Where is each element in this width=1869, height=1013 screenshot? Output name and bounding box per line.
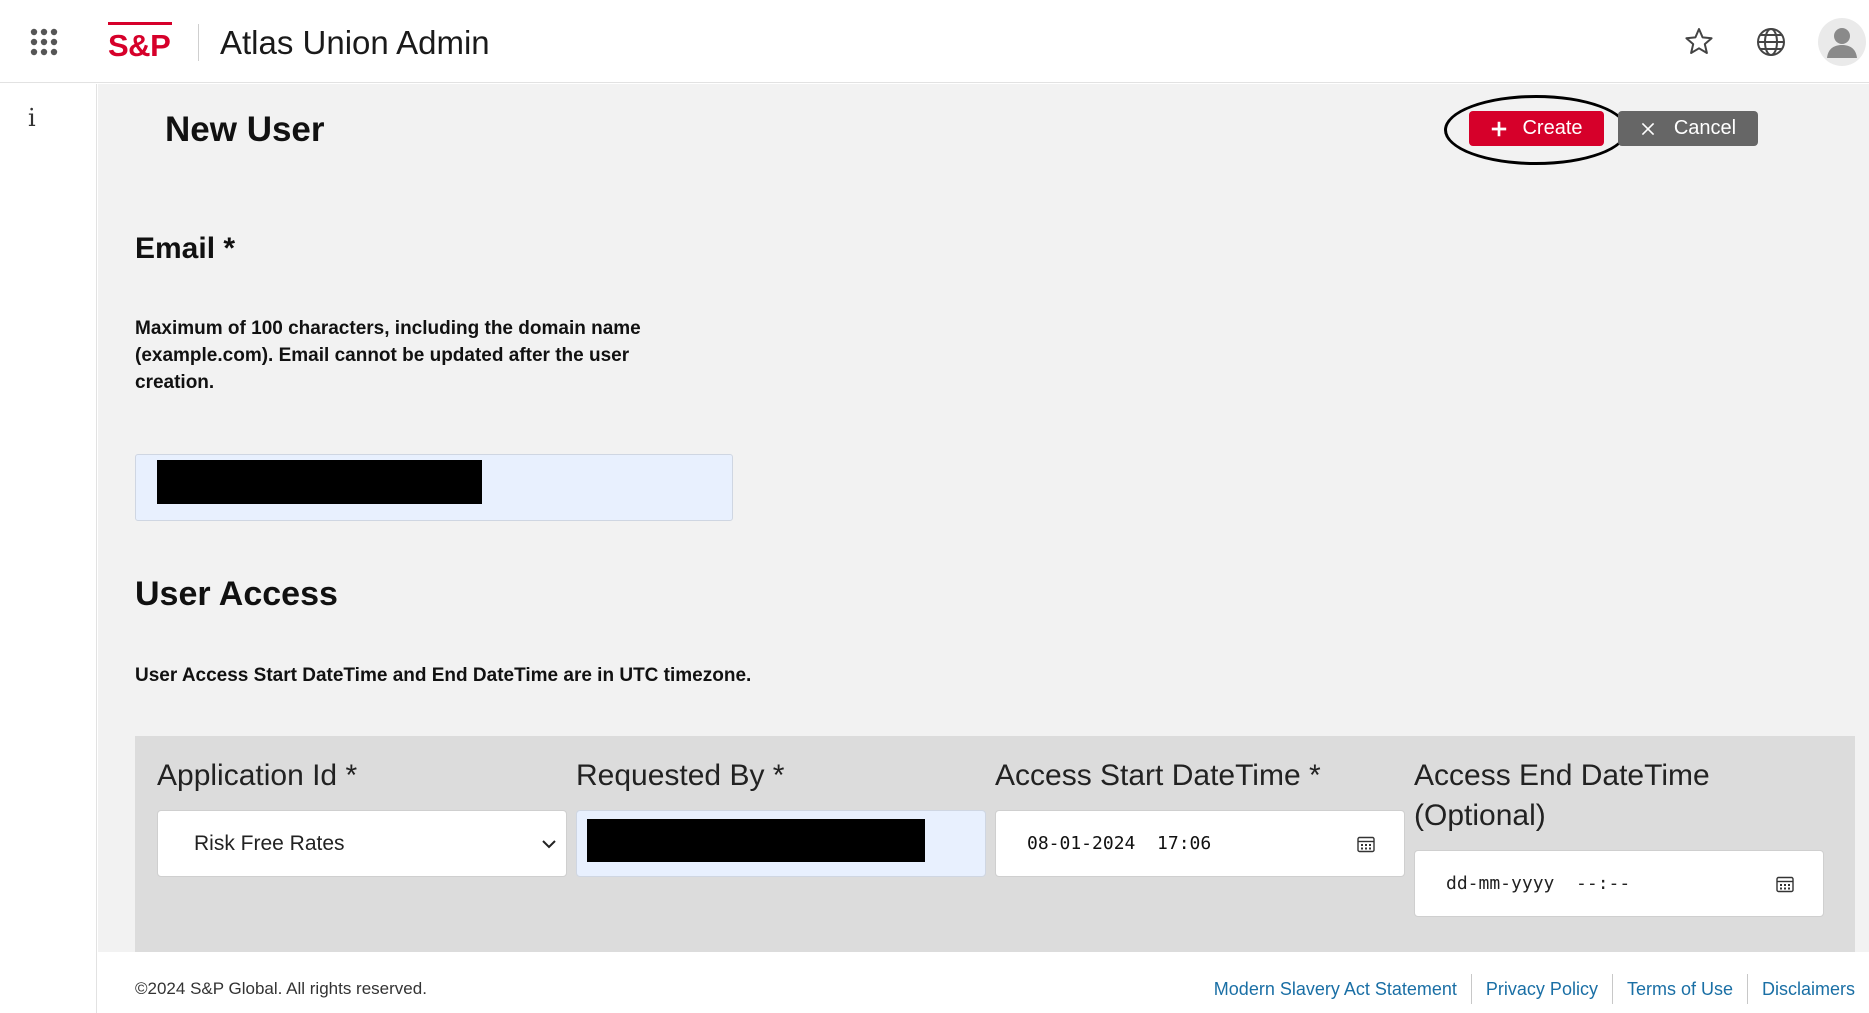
- apps-grid-icon[interactable]: [30, 28, 58, 56]
- email-help-text: Maximum of 100 characters, including the…: [135, 318, 641, 393]
- user-access-title: User Access: [135, 575, 338, 613]
- access-end-placeholder: dd-mm-yyyy --:--: [1446, 873, 1631, 894]
- close-icon: [1641, 122, 1655, 135]
- page-title: New User: [165, 110, 325, 149]
- star-icon[interactable]: [1681, 24, 1717, 60]
- cancel-button[interactable]: Cancel: [1618, 111, 1758, 146]
- cancel-button-label: Cancel: [1673, 117, 1737, 139]
- globe-icon[interactable]: [1753, 24, 1789, 60]
- copyright-text: ©2024 S&P Global. All rights reserved.: [135, 979, 427, 998]
- email-redaction: [157, 460, 482, 504]
- user-access-panel: Application Id * Risk Free Rates Request…: [135, 736, 1855, 952]
- email-label: Email *: [135, 232, 236, 265]
- app-title: Atlas Union Admin: [220, 24, 490, 61]
- user-avatar-icon: [1827, 28, 1857, 58]
- access-start-value: 08-01-2024 17:06: [1027, 833, 1212, 854]
- access-start-input[interactable]: 08-01-2024 17:06: [995, 810, 1405, 877]
- calendar-icon[interactable]: [1775, 874, 1795, 894]
- calendar-icon[interactable]: [1356, 834, 1376, 854]
- requested-by-label: Requested By *: [576, 759, 785, 792]
- application-id-label: Application Id *: [157, 759, 358, 792]
- logo-bar: [108, 22, 172, 25]
- terms-of-use-link[interactable]: Terms of Use: [1613, 975, 1747, 1004]
- info-icon[interactable]: i: [28, 104, 36, 132]
- email-input[interactable]: [135, 454, 733, 521]
- top-header: S&P Atlas Union Admin: [0, 0, 1869, 83]
- logo-text: S&P: [108, 28, 171, 63]
- modern-slavery-link[interactable]: Modern Slavery Act Statement: [1200, 975, 1471, 1004]
- requested-by-input[interactable]: [576, 810, 986, 877]
- create-button-label: Create: [1522, 117, 1583, 139]
- access-end-label: Access End DateTime (Optional): [1414, 759, 1710, 832]
- create-button[interactable]: Create: [1469, 111, 1604, 146]
- access-end-input[interactable]: dd-mm-yyyy --:--: [1414, 850, 1824, 917]
- access-start-label: Access Start DateTime *: [995, 759, 1321, 792]
- main-content: New User Create Cancel Email * Maximum o…: [98, 84, 1869, 952]
- disclaimers-link[interactable]: Disclaimers: [1748, 975, 1869, 1004]
- header-divider: [198, 24, 199, 61]
- application-id-value: Risk Free Rates: [194, 831, 345, 855]
- user-avatar[interactable]: [1818, 18, 1866, 66]
- chevron-down-icon: [542, 840, 556, 849]
- plus-icon: [1492, 121, 1507, 136]
- footer: ©2024 S&P Global. All rights reserved. M…: [98, 952, 1869, 1013]
- footer-links: Modern Slavery Act Statement Privacy Pol…: [1200, 974, 1869, 1004]
- user-access-help-text: User Access Start DateTime and End DateT…: [135, 665, 752, 686]
- privacy-policy-link[interactable]: Privacy Policy: [1472, 975, 1612, 1004]
- application-id-select[interactable]: Risk Free Rates: [157, 810, 567, 877]
- left-rail: i: [0, 84, 97, 1013]
- requested-by-redaction: [587, 819, 925, 862]
